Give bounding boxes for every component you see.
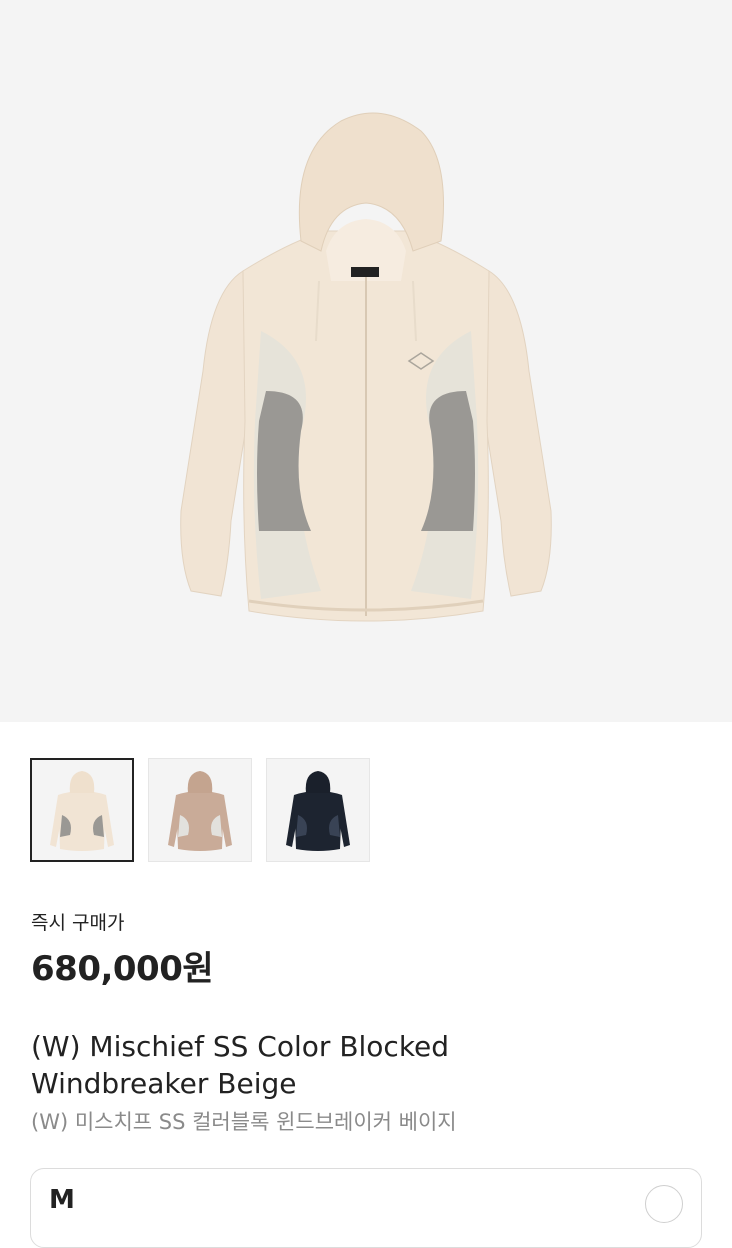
windbreaker-illustration	[180, 112, 552, 622]
price-value: 680,000원	[31, 949, 214, 989]
thumbnail-navy[interactable]	[266, 758, 370, 862]
product-title-line-1: (W) Mischief SS Color Blocked	[31, 1030, 450, 1063]
product-title: (W) Mischief SS Color Blocked Windbreake…	[31, 1028, 691, 1102]
product-title-line-2: Windbreaker Beige	[31, 1067, 297, 1100]
thumbnail-brown[interactable]	[148, 758, 252, 862]
product-main-image	[0, 0, 732, 722]
thumbnail-strip	[30, 758, 370, 862]
thumbnail-beige[interactable]	[30, 758, 134, 862]
thumbnail-navy-image	[286, 771, 350, 851]
thumbnail-beige-image	[50, 771, 114, 851]
selected-size: M	[49, 1185, 75, 1215]
product-title-korean: (W) 미스치프 SS 컬러블록 윈드브레이커 베이지	[31, 1110, 457, 1134]
size-selector[interactable]: M	[30, 1168, 702, 1248]
size-dropdown-icon[interactable]	[645, 1185, 683, 1223]
thumbnail-brown-image	[168, 771, 232, 851]
price-label: 즉시 구매가	[31, 912, 125, 934]
